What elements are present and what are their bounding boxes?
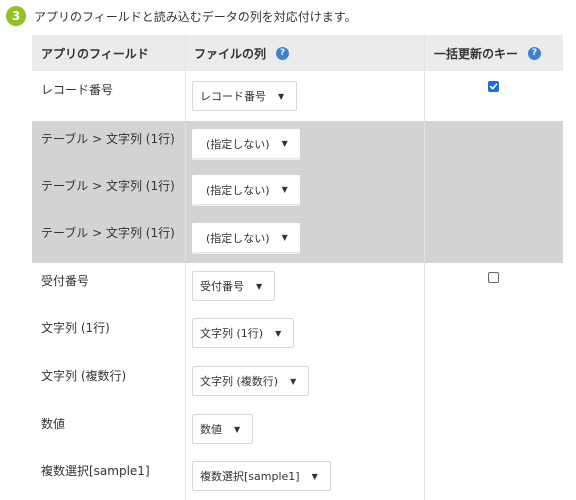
file-column-select[interactable]: (指定しない) ▼ [192,175,300,205]
file-column-select[interactable]: レコード番号 ▼ [192,81,298,111]
column-divider [185,35,186,500]
select-value: (指定しない) [206,137,270,151]
select-value: 文字列 (複数行) [200,375,279,388]
header-bulk-update-key: 一括更新のキー ? [434,35,542,71]
file-column-select[interactable]: 文字列 (1行) ▼ [192,318,295,348]
caret-down-icon: ▼ [256,281,263,291]
select-value: 数値 [200,423,222,436]
select-value: 文字列 (1行) [200,327,264,340]
file-column-select[interactable]: 受付番号 ▼ [192,271,276,301]
field-label: テーブル > 文字列 (1行) [41,226,175,240]
file-column-select[interactable]: 複数選択[sample1] ▼ [192,461,331,491]
caret-down-icon: ▼ [275,328,282,338]
caret-down-icon: ▼ [311,471,318,481]
header-file-column-label: ファイルの列 [194,46,267,61]
header-bulk-update-key-label: 一括更新のキー [434,46,519,61]
step-instruction: アプリのフィールドと読み込むデータの列を対応付けます。 [34,9,357,24]
table-header-row: アプリのフィールド ファイルの列 ? 一括更新のキー ? [32,35,563,71]
file-column-select[interactable]: (指定しない) ▼ [192,129,300,159]
step-number-badge: 3 [6,6,26,26]
caret-down-icon: ▼ [290,376,297,386]
caret-down-icon: ▼ [278,91,285,101]
header-app-field-label: アプリのフィールド [41,46,149,61]
field-label: 数値 [41,417,66,431]
select-value: 複数選択[sample1] [200,470,300,483]
field-label: 文字列 (1行) [41,321,110,335]
step-header: 3 アプリのフィールドと読み込むデータの列を対応付けます。 [6,4,357,28]
field-mapping-page: 3 アプリのフィールドと読み込むデータの列を対応付けます。 アプリのフィールド … [0,0,576,500]
field-label: 受付番号 [41,274,90,288]
column-divider [424,35,425,500]
checkmark-icon [489,83,498,90]
select-value: 受付番号 [200,280,244,293]
bulk-update-key-checkbox[interactable] [488,81,499,92]
help-icon[interactable]: ? [276,46,290,60]
field-label: 複数選択[sample1] [41,464,150,478]
field-label: レコード番号 [41,83,114,97]
header-app-field: アプリのフィールド [41,35,149,71]
select-value: (指定しない) [206,183,270,197]
field-label: テーブル > 文字列 (1行) [41,132,175,146]
file-column-select[interactable]: 数値 ▼ [192,414,254,444]
mapping-table: アプリのフィールド ファイルの列 ? 一括更新のキー ? レコード番号 レコード… [32,35,563,500]
header-file-column: ファイルの列 ? [194,35,290,71]
bulk-update-key-checkbox[interactable] [488,272,499,283]
caret-down-icon: ▼ [281,233,288,242]
file-column-select[interactable]: 文字列 (複数行) ▼ [192,366,310,396]
field-label: テーブル > 文字列 (1行) [41,179,175,193]
caret-down-icon: ▼ [281,185,288,194]
help-icon[interactable]: ? [528,46,542,60]
file-column-select[interactable]: (指定しない) ▼ [192,223,300,253]
select-value: (指定しない) [206,231,270,245]
field-label: 文字列 (複数行) [41,369,127,383]
caret-down-icon: ▼ [281,139,288,148]
select-value: レコード番号 [200,90,266,103]
caret-down-icon: ▼ [234,424,241,434]
